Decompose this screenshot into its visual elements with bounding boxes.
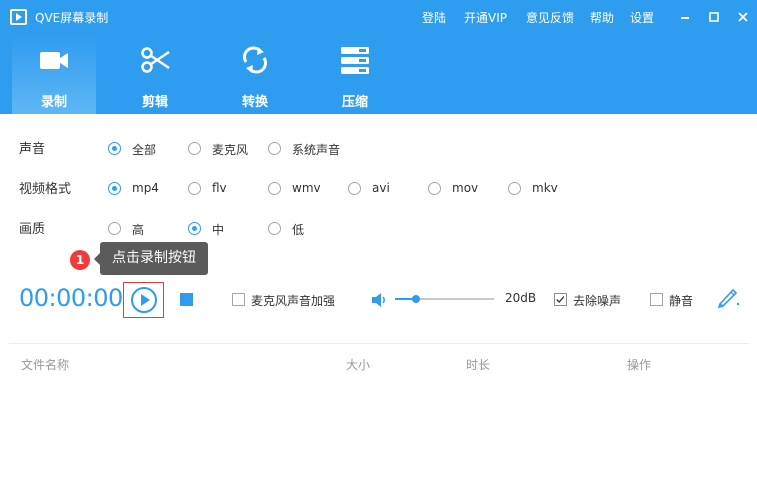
- record-timer: 00:00:00: [19, 284, 123, 312]
- tab-label: 转换: [241, 95, 268, 110]
- settings-link[interactable]: 设置: [630, 9, 654, 26]
- radio-label: 麦克风: [212, 143, 249, 157]
- radio-label: mkv: [532, 181, 558, 195]
- format-label: 视频格式: [19, 182, 72, 197]
- top-links: 登陆 开通VIP 意见反馈 帮助 设置: [0, 9, 757, 25]
- record-hint-tooltip: 点击录制按钮: [94, 242, 208, 275]
- tab-label: 录制: [40, 95, 67, 110]
- checkbox-box: [232, 293, 245, 306]
- checkmark-icon: [556, 296, 565, 303]
- convert-arrows-icon: [243, 46, 267, 74]
- volume-icon[interactable]: [371, 292, 387, 308]
- checkbox-label: 去除噪声: [573, 294, 622, 308]
- radio-label: 全部: [132, 143, 157, 157]
- column-header-size: 大小: [346, 358, 371, 372]
- minimize-icon[interactable]: [676, 8, 694, 26]
- radio-circle: [188, 142, 201, 155]
- radio-circle: [508, 182, 521, 195]
- column-header-actions: 操作: [627, 358, 652, 372]
- column-header-duration: 时长: [466, 358, 491, 372]
- main-toolbar: 录制 剪辑 转换 压缩: [0, 34, 757, 114]
- radio-circle: [108, 182, 121, 195]
- title-bar: QVE屏幕录制 登陆 开通VIP 意见反馈 帮助 设置: [0, 0, 757, 34]
- radio-label: mov: [452, 181, 479, 195]
- maximize-icon[interactable]: [705, 8, 723, 26]
- checkbox-box: [650, 293, 663, 306]
- volume-db-value: 20dB: [505, 291, 537, 305]
- help-link[interactable]: 帮助: [590, 9, 614, 26]
- radio-circle: [108, 142, 121, 155]
- radio-circle: [108, 222, 121, 235]
- stop-button[interactable]: [180, 293, 193, 306]
- video-camera-icon: [40, 52, 68, 69]
- volume-slider-knob[interactable]: [411, 295, 420, 303]
- checkbox-label: 静音: [669, 294, 694, 308]
- radio-label: 系统声音: [292, 143, 341, 157]
- radio-label: 中: [212, 223, 225, 237]
- radio-label: 高: [132, 223, 145, 237]
- volume-slider[interactable]: [395, 295, 494, 303]
- tab-record[interactable]: 录制: [12, 34, 96, 114]
- audio-label: 声音: [19, 142, 46, 157]
- scissors-icon: [141, 47, 170, 73]
- radio-circle: [268, 222, 281, 235]
- radio-label: avi: [372, 181, 390, 195]
- radio-circle: [348, 182, 361, 195]
- tab-compress[interactable]: 压缩: [313, 34, 397, 114]
- column-header-name: 文件名称: [21, 358, 70, 372]
- radio-label: mp4: [132, 181, 159, 195]
- feedback-link[interactable]: 意见反馈: [526, 9, 574, 26]
- compress-icon: [341, 47, 369, 74]
- tab-convert[interactable]: 转换: [213, 34, 297, 114]
- checkbox-label: 麦克风声音加强: [251, 294, 336, 308]
- radio-label: flv: [212, 181, 227, 195]
- radio-circle: [268, 182, 281, 195]
- radio-circle: [428, 182, 441, 195]
- list-divider: [9, 343, 749, 344]
- vip-link[interactable]: 开通VIP: [464, 9, 507, 26]
- checkbox-box: [554, 293, 567, 306]
- pen-icon[interactable]: [716, 286, 740, 308]
- radio-label: wmv: [292, 181, 321, 195]
- play-icon: [131, 287, 157, 313]
- radio-circle: [188, 222, 201, 235]
- close-icon[interactable]: [734, 8, 752, 26]
- login-link[interactable]: 登陆: [422, 9, 446, 26]
- record-button[interactable]: [123, 282, 164, 318]
- tab-label: 剪辑: [141, 95, 168, 110]
- tab-edit[interactable]: 剪辑: [113, 34, 197, 114]
- quality-label: 画质: [19, 222, 46, 237]
- radio-circle: [268, 142, 281, 155]
- tab-label: 压缩: [341, 95, 368, 110]
- radio-label: 低: [292, 223, 305, 237]
- radio-circle: [188, 182, 201, 195]
- step-badge: 1: [70, 250, 90, 270]
